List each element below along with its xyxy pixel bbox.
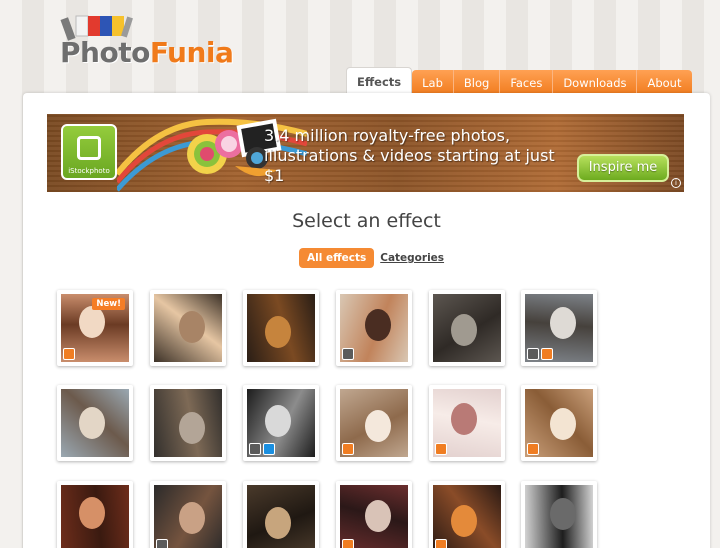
- print-icon: [342, 443, 354, 455]
- photo-icon: [156, 539, 168, 548]
- effect-thumbnail[interactable]: [150, 290, 226, 366]
- portrait-shape: [550, 307, 576, 339]
- effect-image: [525, 294, 593, 362]
- feature-icons: [342, 443, 354, 455]
- effect-thumbnail[interactable]: [336, 290, 412, 366]
- effect-thumbnail[interactable]: [521, 290, 597, 366]
- effect-image: [340, 389, 408, 457]
- feature-icons: [435, 443, 447, 455]
- effect-thumbnail[interactable]: [57, 385, 133, 461]
- inspire-me-button[interactable]: Inspire me: [577, 154, 669, 182]
- effect-image: [525, 485, 593, 548]
- logo-text: PhotoFunia: [60, 36, 234, 69]
- portrait-shape: [550, 408, 576, 440]
- logo-photo: Photo: [60, 36, 150, 69]
- effect-thumbnail[interactable]: [243, 385, 319, 461]
- print-icon: [527, 443, 539, 455]
- effect-thumbnail[interactable]: [150, 385, 226, 461]
- portrait-shape: [365, 309, 391, 341]
- effect-image: [433, 485, 501, 548]
- video-icon: [263, 443, 275, 455]
- new-badge: New!: [92, 298, 125, 310]
- feature-icons: [527, 443, 539, 455]
- portrait-shape: [365, 500, 391, 532]
- effect-thumbnail[interactable]: New!: [57, 290, 133, 366]
- page-title: Select an effect: [292, 210, 441, 232]
- portrait-shape: [451, 505, 477, 537]
- effect-thumbnail[interactable]: [150, 481, 226, 548]
- portrait-shape: [365, 410, 391, 442]
- effect-image: [340, 294, 408, 362]
- effect-image: [433, 294, 501, 362]
- portrait-shape: [179, 311, 205, 343]
- effect-thumbnail[interactable]: [336, 481, 412, 548]
- photo-icon: [527, 348, 539, 360]
- tab-effects[interactable]: Effects: [346, 67, 413, 96]
- feature-icons: [435, 539, 447, 548]
- effect-image: [525, 389, 593, 457]
- effect-image: [340, 485, 408, 548]
- istock-frame-icon: [77, 136, 101, 160]
- feature-icons: [342, 348, 354, 360]
- feature-icons: [527, 348, 553, 360]
- feature-icons: [342, 539, 354, 548]
- effect-thumbnail[interactable]: [243, 481, 319, 548]
- effect-thumbnail[interactable]: [429, 385, 505, 461]
- logo-funia: Funia: [149, 36, 234, 69]
- portrait-shape: [550, 498, 576, 530]
- effect-image: [433, 389, 501, 457]
- portrait-shape: [179, 412, 205, 444]
- photo-icon: [342, 348, 354, 360]
- portrait-shape: [179, 502, 205, 534]
- istock-ad-banner[interactable]: iStockphoto 3.4 million royalty-free pho…: [47, 114, 684, 192]
- print-icon: [63, 348, 75, 360]
- effect-thumbnail[interactable]: [429, 290, 505, 366]
- info-icon[interactable]: i: [671, 178, 681, 188]
- istock-label: iStockphoto: [68, 167, 110, 175]
- istockphoto-logo: iStockphoto: [61, 124, 117, 180]
- main-panel: iStockphoto 3.4 million royalty-free pho…: [23, 93, 710, 548]
- banner-line-2: illustrations & videos starting at just …: [264, 146, 555, 185]
- effect-image: [61, 389, 129, 457]
- portrait-shape: [451, 314, 477, 346]
- portrait-shape: [79, 407, 105, 439]
- portrait-shape: [265, 316, 291, 348]
- feature-icons: [249, 443, 275, 455]
- effect-thumbnail[interactable]: [57, 481, 133, 548]
- photo-icon: [249, 443, 261, 455]
- effect-image: [61, 485, 129, 548]
- banner-text: 3.4 million royalty-free photos, illustr…: [264, 126, 564, 186]
- print-icon: [435, 443, 447, 455]
- effect-thumbnail[interactable]: [521, 481, 597, 548]
- effect-thumbnail[interactable]: [429, 481, 505, 548]
- feature-icons: [156, 539, 168, 548]
- effect-image: New!: [61, 294, 129, 362]
- portrait-shape: [79, 497, 105, 529]
- effect-image: [247, 485, 315, 548]
- print-icon: [342, 539, 354, 548]
- print-icon: [541, 348, 553, 360]
- feature-icons: [63, 348, 75, 360]
- portrait-shape: [265, 507, 291, 539]
- effect-image: [154, 485, 222, 548]
- effect-thumbnail[interactable]: [336, 385, 412, 461]
- logo[interactable]: PhotoFunia: [48, 10, 234, 76]
- print-icon: [435, 539, 447, 548]
- effect-image: [154, 389, 222, 457]
- effect-image: [247, 294, 315, 362]
- banner-line-1: 3.4 million royalty-free photos,: [264, 126, 511, 145]
- portrait-shape: [265, 405, 291, 437]
- main-nav: Effects Lab Blog Faces Downloads About: [346, 67, 692, 96]
- effect-image: [154, 294, 222, 362]
- effect-image: [247, 389, 315, 457]
- effect-thumbnail[interactable]: [243, 290, 319, 366]
- effect-thumbnail[interactable]: [521, 385, 597, 461]
- portrait-shape: [79, 306, 105, 338]
- categories-link[interactable]: Categories: [380, 252, 444, 264]
- portrait-shape: [451, 403, 477, 435]
- filter-row: All effects Categories: [299, 248, 444, 268]
- all-effects-button[interactable]: All effects: [299, 248, 375, 268]
